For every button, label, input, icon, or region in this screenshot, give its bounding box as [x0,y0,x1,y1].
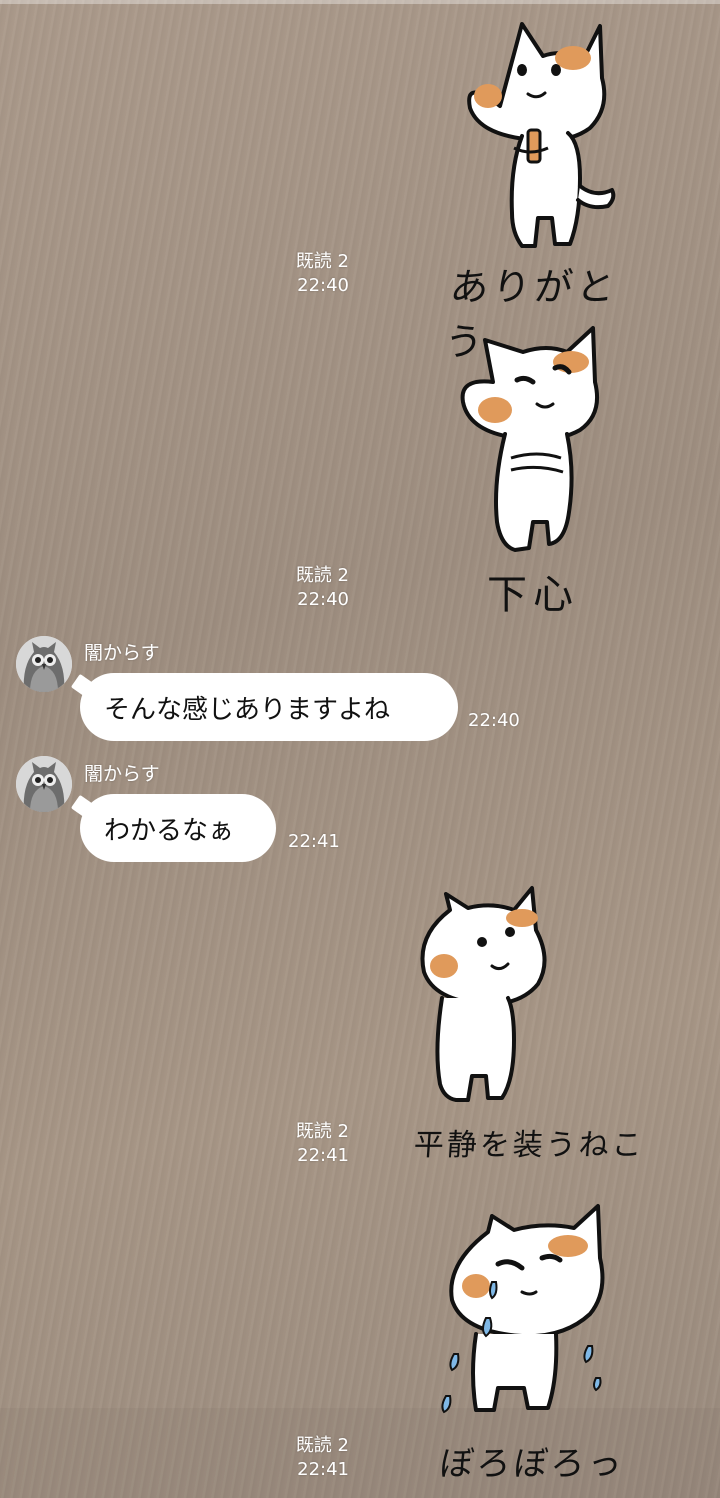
owl-avatar-icon [16,756,72,812]
sender-name: 闇からす [84,763,160,785]
message-time: 22:41 [288,831,340,852]
sender-avatar[interactable] [16,756,72,812]
read-count: 既読 2 [295,565,349,586]
sticker-caption: ぼろぼろっ [437,1444,627,1484]
sticker-message[interactable]: ありがとう [440,18,630,364]
message-time: 22:40 [297,589,349,610]
message-bubble[interactable]: そんな感じありますよね [80,673,458,741]
sticker-caption: 下心 [487,572,579,618]
message-time: 22:40 [297,275,349,296]
sticker-caption: 平静を装うねこ [412,1128,646,1163]
read-status: 既読 2 22:40 [296,564,349,612]
sender-name: 闇からす [84,642,160,664]
message-text: わかるなぁ [104,815,235,846]
sticker-message[interactable]: ぼろぼろっ [432,1198,627,1484]
owl-avatar-icon [16,636,72,692]
message-time: 22:41 [297,1459,349,1480]
message-bubble[interactable]: わかるなぁ [80,794,276,862]
read-status: 既読 2 22:41 [296,1434,349,1482]
cat-standing-icon [420,886,547,1102]
message-text: そんな感じありますよね [104,694,391,725]
sticker-message[interactable]: 平静を装うねこ [410,880,646,1163]
read-count: 既読 2 [295,1121,349,1142]
cat-crying-icon [441,1204,605,1414]
read-count: 既読 2 [295,1435,349,1456]
read-count: 既読 2 [295,251,349,272]
message-time: 22:40 [468,710,520,731]
cat-bowing-icon [460,326,600,552]
top-edge [0,0,720,4]
message-time: 22:41 [297,1145,349,1166]
sticker-message[interactable]: 下心 [445,322,615,618]
read-status: 既読 2 22:40 [296,250,349,298]
read-status: 既読 2 22:41 [296,1120,349,1168]
sender-avatar[interactable] [16,636,72,692]
